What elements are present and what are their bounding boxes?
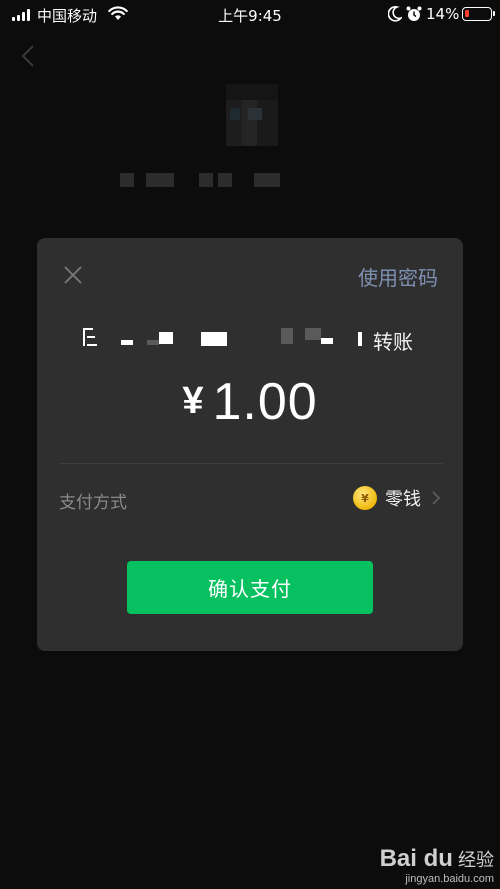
chevron-left-icon[interactable]: [18, 42, 40, 74]
payment-method-value: 零钱: [385, 489, 421, 510]
divider: [59, 463, 443, 464]
alarm-icon: [406, 5, 422, 27]
payment-dialog: 使用密码 转账 ¥1.00 支付方式 ¥ 零钱 确认支付: [37, 238, 463, 651]
coin-icon: ¥: [353, 486, 377, 510]
moon-icon: [387, 6, 404, 26]
status-time: 上午9:45: [218, 7, 282, 25]
status-bar: 中国移动 上午9:45 14%: [0, 0, 500, 30]
watermark-brand: Bai du: [379, 845, 453, 872]
watermark-url: jingyan.baidu.com: [405, 873, 494, 885]
transfer-suffix: 转账: [373, 330, 413, 354]
battery-percent: 14%: [426, 5, 460, 23]
close-icon[interactable]: [63, 265, 83, 289]
currency-symbol: ¥: [182, 380, 205, 422]
payment-amount: ¥1.00: [37, 372, 463, 432]
payment-method-selector[interactable]: ¥ 零钱: [353, 485, 441, 511]
chevron-right-icon: [432, 491, 441, 505]
amount-value: 1.00: [212, 373, 318, 431]
payment-method-label: 支付方式: [59, 493, 127, 513]
transfer-recipient-redacted: [83, 324, 423, 350]
avatar: [226, 84, 278, 146]
watermark-brand-suffix: 经验: [458, 850, 494, 871]
battery-icon: [462, 7, 495, 21]
confirm-payment-button[interactable]: 确认支付: [127, 561, 373, 614]
use-password-link[interactable]: 使用密码: [358, 262, 438, 291]
battery-level-fill: [465, 10, 469, 17]
payee-name-redacted: [0, 173, 500, 187]
baidu-jingyan-watermark: Bai du 经验 jingyan.baidu.com: [380, 845, 494, 885]
